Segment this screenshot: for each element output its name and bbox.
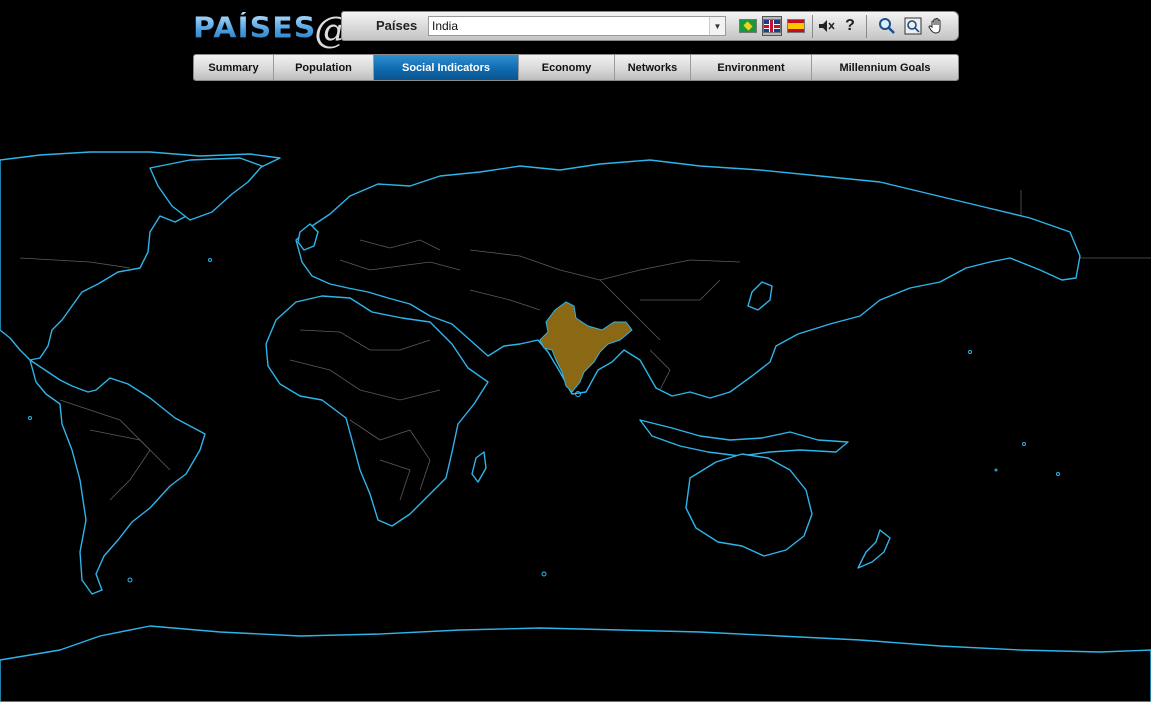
magnifier-icon — [879, 18, 895, 34]
zoom-extent-icon — [904, 17, 922, 35]
southeast-asia-islands[interactable] — [639, 419, 849, 457]
hand-pan-icon — [928, 17, 941, 34]
countries-label: Países — [376, 18, 418, 33]
logo-text: PAÍSES — [193, 11, 317, 45]
toolbar-divider — [866, 15, 867, 38]
tab-bar: Summary Population Social Indicators Eco… — [193, 54, 959, 81]
tab-millennium-goals[interactable]: Millennium Goals — [812, 55, 958, 80]
world-map[interactable] — [0, 100, 1151, 702]
toolbar: Países India ▼ ? — [341, 11, 959, 41]
tab-millennium-goals-label: Millennium Goals — [839, 61, 931, 74]
toolbar-divider — [812, 15, 813, 38]
chevron-down-icon[interactable]: ▼ — [709, 17, 725, 35]
madagascar-landmass[interactable] — [471, 451, 487, 483]
zoom-button[interactable] — [877, 16, 897, 36]
speaker-mute-icon — [819, 20, 835, 32]
tab-environment[interactable]: Environment — [691, 55, 812, 80]
uk-flag-icon — [763, 19, 781, 33]
language-portuguese-button[interactable] — [738, 16, 758, 36]
tab-social-indicators[interactable]: Social Indicators — [374, 55, 519, 80]
tab-summary[interactable]: Summary — [194, 55, 274, 80]
help-icon: ? — [845, 17, 855, 34]
sound-toggle-button[interactable] — [816, 16, 836, 36]
australia-landmass[interactable] — [685, 453, 813, 557]
south-america-landmass[interactable] — [29, 359, 206, 595]
app-logo: PAÍSES @ — [193, 6, 350, 51]
country-select[interactable]: India ▼ — [428, 16, 726, 36]
africa-landmass[interactable] — [265, 295, 489, 527]
zoom-extent-button[interactable] — [903, 16, 923, 36]
tab-population[interactable]: Population — [274, 55, 374, 80]
language-spanish-button[interactable] — [786, 16, 806, 36]
language-english-button[interactable] — [762, 16, 782, 36]
brazil-flag-icon — [739, 19, 757, 33]
help-button[interactable]: ? — [840, 16, 860, 36]
country-select-value: India — [432, 19, 459, 33]
spain-flag-icon — [787, 19, 805, 33]
new-zealand-landmass[interactable] — [857, 529, 891, 569]
pan-button[interactable] — [927, 16, 947, 36]
antarctica-landmass[interactable] — [0, 625, 1151, 702]
tab-networks[interactable]: Networks — [615, 55, 691, 80]
tab-economy[interactable]: Economy — [519, 55, 615, 80]
